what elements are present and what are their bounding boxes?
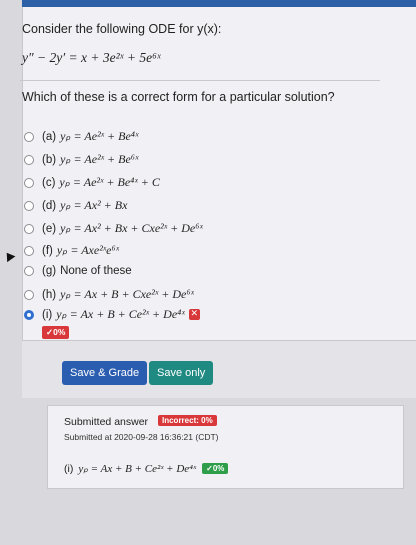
option-label: (c) (42, 176, 56, 189)
option-label: (b) (42, 153, 57, 166)
radio-button[interactable] (24, 266, 34, 276)
submission-title: Submitted answer (64, 416, 149, 428)
option-expression: yₚ = Ax + B + Ce²ˣ + De⁴ˣ (56, 307, 185, 321)
save-only-button[interactable]: Save only (149, 361, 214, 385)
option-b[interactable]: (b) yₚ = Ae²ˣ + Be⁶ˣ (24, 152, 138, 167)
ode-equation: y″ − 2y′ = x + 3e²ˣ + 5e⁶ˣ (22, 50, 161, 65)
option-e[interactable]: (e) yₚ = Ax² + Bx + Cxe²ˣ + De⁶ˣ (24, 221, 203, 236)
option-label: (d) (42, 199, 57, 212)
radio-button[interactable] (24, 154, 34, 165)
mouse-cursor-icon (2, 249, 16, 263)
option-label: (e) (42, 222, 57, 235)
option-f[interactable]: (f) yₚ = Axe²ˣe⁶ˣ (24, 243, 119, 258)
radio-button[interactable] (24, 223, 34, 234)
option-g[interactable]: (g) None of these (24, 265, 132, 277)
option-d[interactable]: (d) yₚ = Ax² + Bx (24, 198, 127, 213)
option-label: (h) (42, 288, 57, 301)
option-label: (f) (42, 244, 53, 257)
submitted-answer: (i) yₚ = Ax + B + Ce²ˣ + De⁴ˣ ✓0% (64, 462, 229, 475)
option-expression: yₚ = Ax + B + Cxe²ˣ + De⁶ˣ (60, 287, 194, 301)
radio-button[interactable] (24, 131, 34, 142)
radio-button[interactable] (24, 177, 34, 188)
answer-score-badge: ✓0% (202, 463, 229, 474)
radio-button-selected[interactable] (24, 309, 34, 320)
option-label: (i) (42, 308, 53, 321)
top-accent-bar (22, 0, 416, 7)
option-expression: yₚ = Ae²ˣ + Be⁶ˣ (60, 152, 139, 166)
answer-label: (i) (64, 462, 74, 475)
option-expression: yₚ = Ax² + Bx + Cxe²ˣ + De⁶ˣ (60, 221, 203, 235)
radio-button[interactable] (24, 289, 34, 300)
option-label: (a) (42, 130, 57, 143)
divider (20, 80, 380, 81)
option-c[interactable]: (c) yₚ = Ae²ˣ + Be⁴ˣ + C (24, 175, 160, 190)
option-h[interactable]: (h) yₚ = Ax + B + Cxe²ˣ + De⁶ˣ (24, 287, 194, 302)
question-prompt: Which of these is a correct form for a p… (22, 90, 335, 104)
score-badge: ✓0% (42, 326, 70, 339)
option-expression: yₚ = Ax² + Bx (60, 198, 128, 212)
option-expression: yₚ = Ae²ˣ + Be⁴ˣ (60, 129, 139, 143)
option-expression: yₚ = Ae²ˣ + Be⁴ˣ + C (59, 175, 160, 189)
option-i[interactable]: (i) yₚ = Ax + B + Ce²ˣ + De⁴ˣ ✕ (24, 307, 200, 322)
submission-timestamp: Submitted at 2020-09-28 16:36:21 (CDT) (64, 432, 219, 442)
option-a[interactable]: (a) yₚ = Ae²ˣ + Be⁴ˣ (24, 129, 138, 144)
question-intro: Consider the following ODE for y(x): (22, 22, 222, 36)
incorrect-badge: Incorrect: 0% (158, 415, 217, 426)
radio-button[interactable] (24, 200, 34, 211)
option-expression: yₚ = Axe²ˣe⁶ˣ (56, 243, 120, 257)
radio-button[interactable] (24, 245, 34, 256)
option-expression: None of these (60, 265, 132, 277)
save-grade-button[interactable]: Save & Grade (62, 361, 148, 385)
x-mark-icon: ✕ (188, 309, 200, 320)
option-label: (g) (42, 265, 57, 277)
answer-expression: yₚ = Ax + B + Ce²ˣ + De⁴ˣ (78, 463, 197, 475)
